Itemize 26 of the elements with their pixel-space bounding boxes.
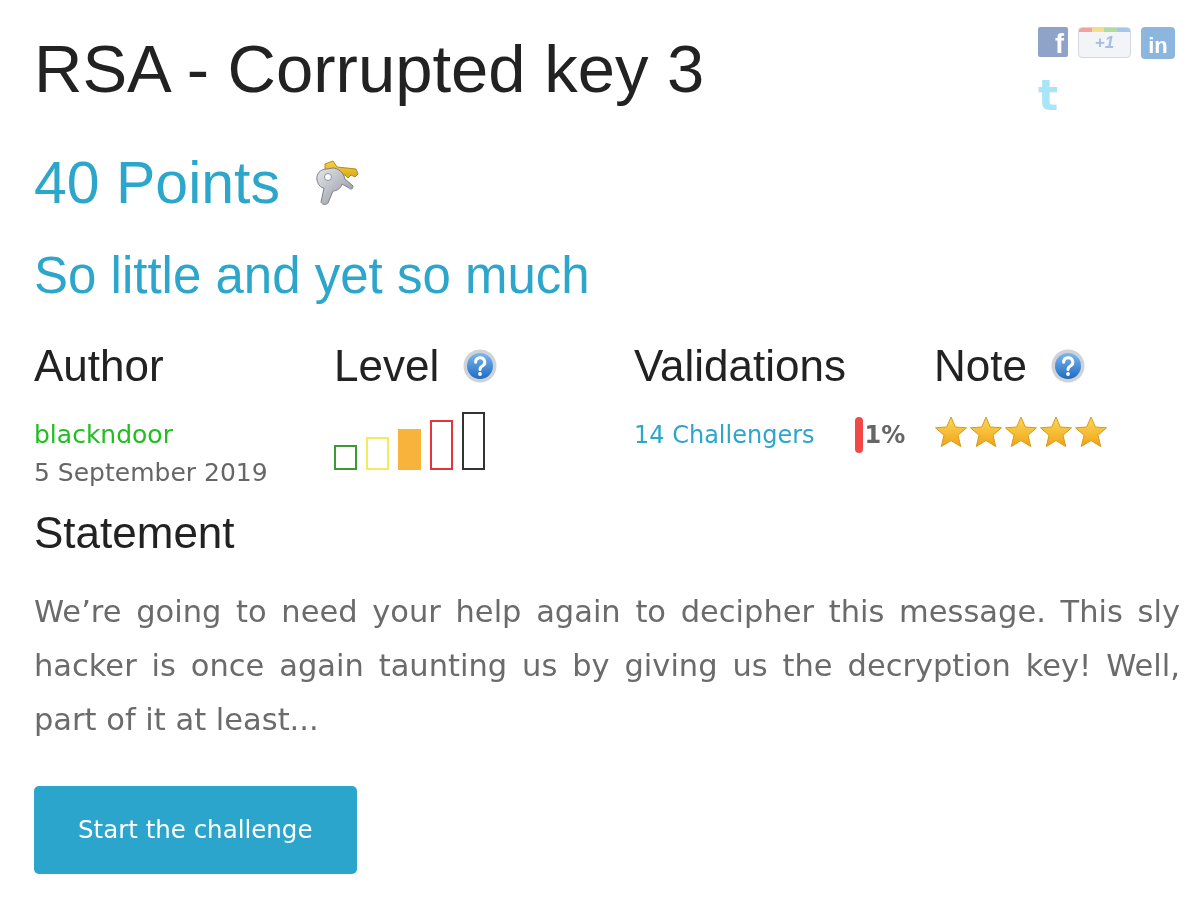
help-icon[interactable]	[1050, 349, 1085, 383]
star-icon	[1039, 416, 1073, 448]
start-challenge-button[interactable]: Start the challenge	[34, 786, 357, 874]
star-icon	[1004, 416, 1038, 448]
star-icon	[934, 416, 968, 448]
statement-text: We’re going to need your help again to decipher this message. This sly hacker is once again taunting us by giving us the decryption key! Well, part of it at least...	[34, 593, 1180, 739]
share-button[interactable]: +1	[1078, 27, 1131, 58]
help-icon[interactable]	[463, 349, 498, 383]
subtitle-text: So little and yet so much	[34, 246, 591, 306]
gauge-bar-icon	[854, 417, 863, 453]
points-text: 40 Points	[34, 149, 280, 217]
date-text: 5 September 2019	[34, 457, 268, 489]
star-icon	[969, 416, 1003, 448]
share-button[interactable]: f	[1038, 27, 1068, 57]
percent-text: 1%	[864, 420, 906, 451]
author-link[interactable]: blackndoor	[34, 416, 173, 454]
share-button[interactable]: in	[1141, 27, 1175, 59]
column-heading: Author	[34, 340, 164, 392]
column-heading: Validations	[634, 340, 846, 392]
share-button[interactable]: t	[1038, 80, 1059, 112]
column-heading: Note	[934, 340, 1027, 392]
page-title: RSA - Corrupted key 3	[34, 30, 705, 108]
column-heading: Level	[334, 340, 440, 392]
star-icon	[1074, 416, 1108, 448]
section-heading: Statement	[34, 507, 236, 559]
challengers-link[interactable]: 14 Challengers	[634, 416, 815, 454]
